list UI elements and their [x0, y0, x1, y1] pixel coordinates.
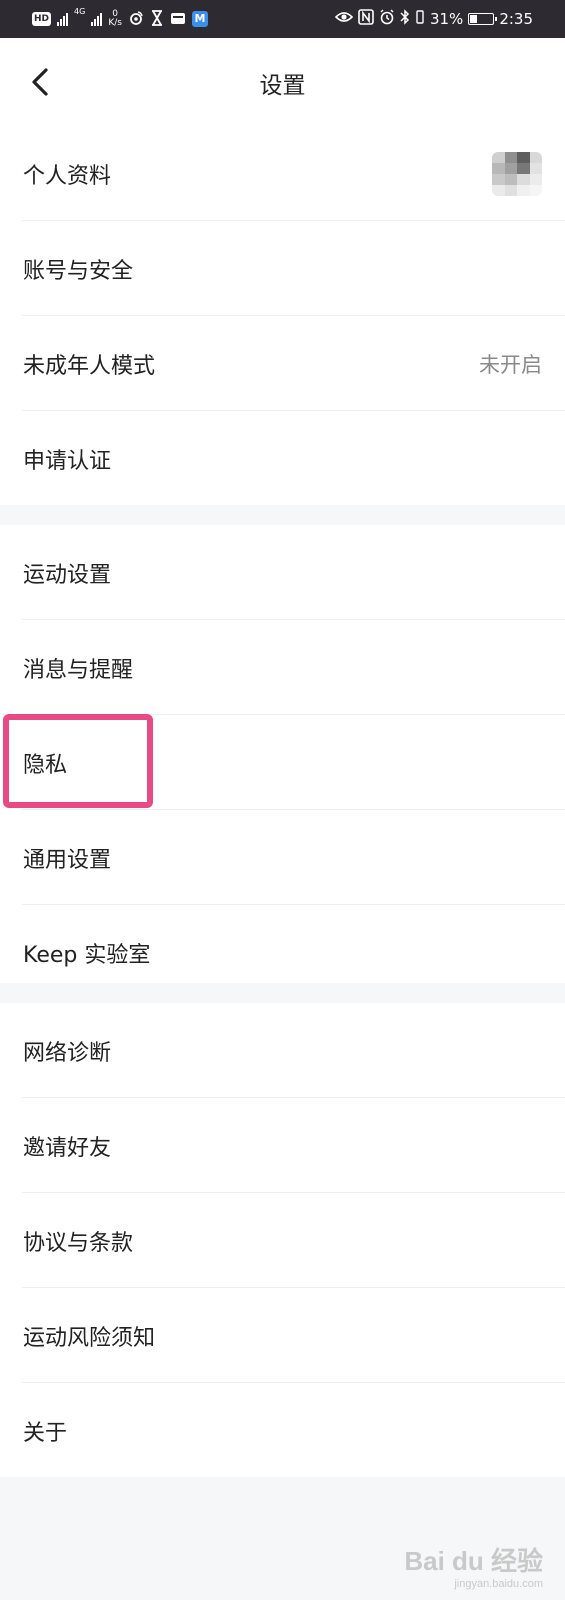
settings-item-label: 运动设置 [23, 562, 112, 588]
signal-4g-label: 4G [74, 7, 86, 16]
settings-item-sport-settings[interactable]: 运动设置 [0, 525, 565, 620]
privacy-highlight-box [3, 714, 153, 808]
settings-item-terms[interactable]: 协议与条款 [0, 1193, 565, 1288]
settings-item-invite-friends[interactable]: 邀请好友 [0, 1098, 565, 1193]
settings-item-network-diagnosis[interactable]: 网络诊断 [0, 1003, 565, 1098]
page-title: 设置 [259, 73, 306, 99]
watermark-url: jingyan.baidu.com [454, 1578, 543, 1590]
settings-item-about[interactable]: 关于 [0, 1383, 565, 1478]
weibo-icon [128, 10, 144, 29]
settings-item-profile[interactable]: 个人资料 [0, 126, 565, 221]
status-bar-right: 31% 2:35 [334, 8, 533, 30]
battery-fill [470, 15, 478, 23]
baidu-jingyan-watermark: Bai du 经验 jingyan.baidu.com [404, 1541, 543, 1590]
settings-item-label: 运动风险须知 [23, 1325, 156, 1351]
settings-item-general-settings[interactable]: 通用设置 [0, 810, 565, 905]
net-speed-unit: K/s [108, 18, 122, 28]
message-icon [170, 10, 186, 29]
settings-group-about: 网络诊断 邀请好友 协议与条款 运动风险须知 关于 [0, 1003, 565, 1478]
settings-item-label: 个人资料 [23, 163, 112, 189]
signal-4g-icon [91, 12, 103, 26]
settings-item-apply-verification[interactable]: 申请认证 [0, 411, 565, 506]
settings-item-account-security[interactable]: 账号与安全 [0, 221, 565, 316]
settings-item-label: 协议与条款 [23, 1230, 134, 1256]
nav-header: 设置 [0, 38, 565, 126]
battery-percent: 31% [429, 10, 464, 28]
group-separator [0, 505, 565, 525]
settings-item-label: 通用设置 [23, 847, 112, 873]
minor-mode-status: 未开启 [479, 352, 542, 377]
settings-item-minor-mode[interactable]: 未成年人模式 未开启 [0, 316, 565, 411]
net-speed: 0 K/s [108, 10, 122, 28]
watermark-logo: Bai du 经验 [404, 1546, 543, 1576]
status-bar: HD 4G 0 K/s M 31% 2:35 [0, 0, 565, 38]
bluetooth-icon [400, 9, 410, 29]
settings-item-notifications[interactable]: 消息与提醒 [0, 620, 565, 715]
settings-item-label: 申请认证 [23, 448, 112, 474]
alarm-icon [379, 9, 395, 29]
nfc-icon [358, 9, 374, 29]
status-time: 2:35 [499, 10, 533, 28]
hourglass-icon [150, 9, 164, 29]
status-bar-left: HD 4G 0 K/s M [32, 8, 208, 30]
group-separator [0, 983, 565, 1003]
hd-icon: HD [32, 12, 52, 26]
signal-icon [57, 12, 69, 26]
settings-group-account: 个人资料 账号与安全 未成年人模式 未开启 申请认证 [0, 126, 565, 506]
app-m-icon: M [191, 11, 208, 27]
settings-item-label: Keep 实验室 [23, 942, 151, 968]
settings-item-label: 账号与安全 [23, 258, 134, 284]
settings-item-label: 网络诊断 [23, 1040, 112, 1066]
settings-item-label: 消息与提醒 [23, 657, 134, 683]
settings-item-label: 关于 [23, 1420, 68, 1446]
settings-item-sport-risk[interactable]: 运动风险须知 [0, 1288, 565, 1383]
settings-item-label: 未成年人模式 [23, 353, 156, 379]
avatar [492, 151, 542, 196]
battery-icon [468, 13, 498, 25]
eye-icon [334, 10, 354, 28]
vibrate-icon [415, 9, 425, 29]
settings-item-label: 邀请好友 [23, 1135, 112, 1161]
